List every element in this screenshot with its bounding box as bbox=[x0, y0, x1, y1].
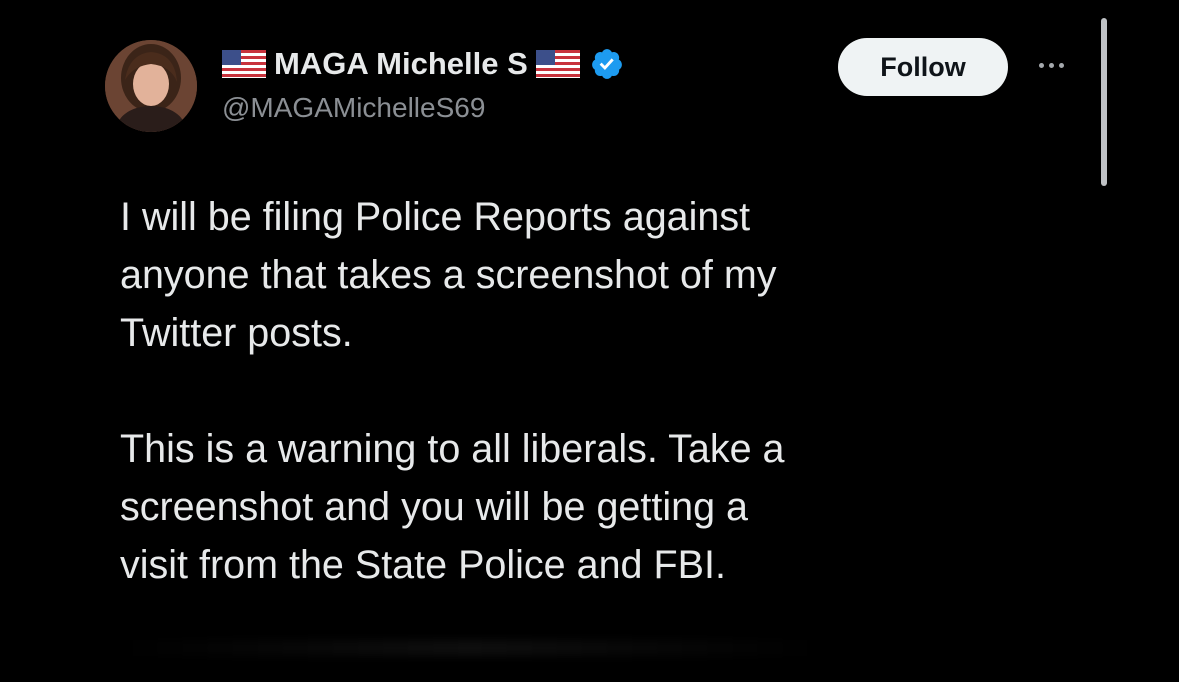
avatar[interactable] bbox=[105, 40, 197, 132]
ellipsis-dot bbox=[1038, 62, 1044, 68]
ellipsis-dot bbox=[1058, 62, 1064, 68]
author-name-row: MAGA Michelle S bbox=[222, 44, 624, 84]
cropped-content-hint bbox=[120, 640, 820, 656]
avatar-image bbox=[105, 40, 197, 132]
ellipsis-icon[interactable] bbox=[1030, 52, 1072, 78]
tweet-screen: MAGA Michelle S @MAGAMichelleS69 Follow bbox=[0, 0, 1179, 682]
tweet-paragraph: I will be filing Police Reports against … bbox=[120, 195, 777, 355]
us-flag-icon bbox=[535, 50, 580, 78]
author-handle[interactable]: @MAGAMichelleS69 bbox=[222, 92, 485, 124]
verified-badge-icon bbox=[590, 47, 624, 81]
follow-button[interactable]: Follow bbox=[838, 38, 1008, 96]
author-display-name[interactable]: MAGA Michelle S bbox=[274, 46, 528, 82]
ellipsis-dot bbox=[1048, 62, 1054, 68]
scrollbar[interactable] bbox=[1101, 18, 1107, 186]
tweet-paragraph: This is a warning to all liberals. Take … bbox=[120, 427, 785, 587]
tweet-text: I will be filing Police Reports against … bbox=[120, 188, 1080, 594]
us-flag-icon bbox=[222, 50, 266, 78]
